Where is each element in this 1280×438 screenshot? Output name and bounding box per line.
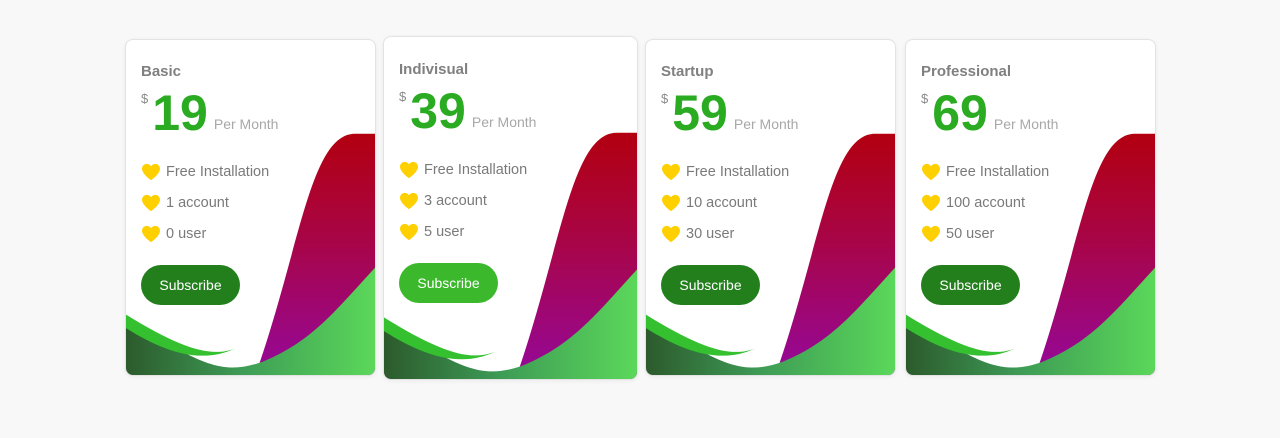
pricing-card-startup: Startup $ 59 Per Month Free Installation… [645, 39, 896, 376]
feature-item: Free Installation [661, 156, 880, 187]
feature-label: Free Installation [686, 163, 790, 180]
feature-list: Free Installation 100 account 50 user [921, 156, 1140, 249]
heart-icon [921, 194, 941, 212]
feature-item: Free Installation [141, 156, 360, 187]
heart-icon [141, 225, 161, 243]
subscribe-button[interactable]: Subscribe [141, 265, 240, 305]
pricing-card-professional: Professional $ 69 Per Month Free Install… [905, 39, 1156, 376]
currency-symbol: $ [399, 89, 407, 104]
feature-label: 100 account [946, 194, 1026, 211]
subscribe-button[interactable]: Subscribe [661, 265, 760, 305]
price: $ 19 Per Month [141, 86, 360, 142]
heart-icon [399, 223, 419, 241]
heart-icon [921, 225, 941, 243]
feature-item: 0 user [141, 218, 360, 249]
heart-icon [141, 194, 161, 212]
feature-item: 3 account [399, 185, 622, 216]
feature-label: 3 account [424, 192, 487, 209]
plan-title: Basic [141, 63, 182, 80]
currency-symbol: $ [661, 91, 669, 106]
plan-title: Professional [921, 63, 1012, 80]
feature-list: Free Installation 3 account 5 user [399, 154, 622, 247]
feature-label: 10 account [686, 194, 757, 211]
feature-item: 50 user [921, 218, 1140, 249]
plan-title: Indivisual [399, 61, 469, 78]
feature-item: 5 user [399, 216, 622, 247]
heart-icon [921, 163, 941, 181]
pricing-card-basic: Basic $ 19 Per Month Free Installation 1… [125, 39, 376, 376]
feature-list: Free Installation 10 account 30 user [661, 156, 880, 249]
price-period: Per Month [471, 114, 537, 130]
heart-icon [399, 161, 419, 179]
price-period: Per Month [733, 116, 799, 132]
heart-icon [399, 192, 419, 210]
price-amount: 59 [672, 85, 728, 141]
feature-label: 5 user [424, 223, 465, 240]
feature-item: Free Installation [399, 154, 622, 185]
feature-label: Free Installation [166, 163, 270, 180]
price-amount: 69 [932, 85, 988, 141]
pricing-card-indivisual: Indivisual $ 39 Per Month Free Installat… [383, 36, 638, 380]
feature-list: Free Installation 1 account 0 user [141, 156, 360, 249]
heart-icon [141, 163, 161, 181]
currency-symbol: $ [921, 91, 929, 106]
feature-label: 0 user [166, 225, 207, 242]
feature-item: Free Installation [921, 156, 1140, 187]
price-amount: 39 [410, 83, 466, 139]
subscribe-button[interactable]: Subscribe [921, 265, 1020, 305]
feature-item: 100 account [921, 187, 1140, 218]
feature-label: 1 account [166, 194, 229, 211]
feature-label: Free Installation [946, 163, 1050, 180]
currency-symbol: $ [141, 91, 149, 106]
heart-icon [661, 194, 681, 212]
price-amount: 19 [152, 85, 208, 141]
feature-label: 50 user [946, 225, 995, 242]
feature-label: 30 user [686, 225, 735, 242]
heart-icon [661, 163, 681, 181]
feature-item: 10 account [661, 187, 880, 218]
plan-title: Startup [661, 63, 714, 80]
heart-icon [661, 225, 681, 243]
feature-item: 30 user [661, 218, 880, 249]
price: $ 59 Per Month [661, 86, 880, 142]
feature-label: Free Installation [424, 161, 528, 178]
subscribe-button[interactable]: Subscribe [399, 263, 498, 303]
price-period: Per Month [993, 116, 1059, 132]
price: $ 39 Per Month [399, 84, 622, 140]
feature-item: 1 account [141, 187, 360, 218]
price: $ 69 Per Month [921, 86, 1140, 142]
price-period: Per Month [213, 116, 279, 132]
